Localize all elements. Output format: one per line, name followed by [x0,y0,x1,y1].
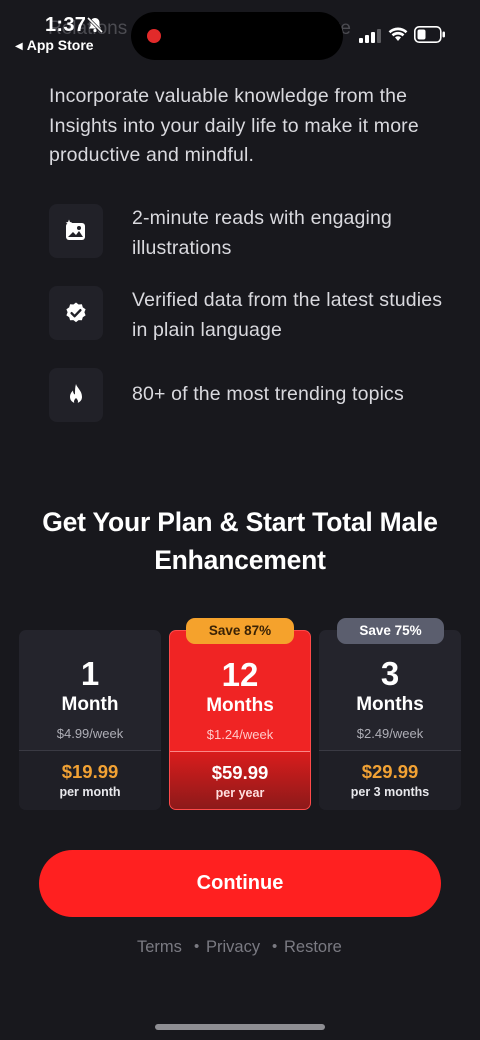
bell-slash-icon [86,16,104,34]
feature-item: Verified data from the latest studies in… [49,286,449,345]
verified-badge-icon [66,302,86,323]
plan-quantity: 3 [380,655,400,692]
feature-icon-container [49,204,103,258]
plan-weekly-price: $4.99/week [56,726,124,741]
plan-unit: Months [356,694,424,715]
back-to-app-store-link[interactable]: ◀ App Store [15,37,94,53]
back-app-label: App Store [26,37,94,53]
feature-text: 2-minute reads with engaging illustratio… [132,207,393,259]
plan-weekly-price: $1.24/week [206,727,274,742]
feature-icon-container [49,368,103,422]
wifi-icon [388,27,408,41]
continue-button[interactable]: Continue [39,850,441,917]
image-sparkle-icon [65,219,85,240]
plan-price: $19.99 [61,761,119,782]
plan-divider [19,750,161,751]
terms-link[interactable]: Terms [137,938,182,957]
link-separator: • [194,938,200,955]
feature-text: Verified data from the latest studies in… [132,289,443,341]
back-triangle-icon: ◀ [15,41,23,52]
recording-indicator-icon [147,29,161,43]
plan-period: per year [215,786,265,800]
link-separator: • [272,938,278,955]
flame-icon [70,384,82,404]
plan-unit: Months [206,695,274,716]
plan-price: $59.99 [211,762,269,783]
save-87-badge: Save 87% [186,618,294,644]
plan-card-1-month[interactable]: 1 Month $4.99/week $19.99 per month [19,630,161,810]
plan-weekly-price: $2.49/week [356,726,424,741]
plan-card-12-months[interactable]: 12 Months $1.24/week $59.99 per year [169,630,311,810]
plan-card-3-months[interactable]: 3 Months $2.49/week $29.99 per 3 months [319,630,461,810]
dynamic-island [131,12,343,60]
plan-quantity: 12 [221,656,259,693]
home-indicator[interactable] [155,1024,325,1030]
restore-link[interactable]: Restore [284,938,342,957]
save-75-badge: Save 75% [337,618,444,644]
status-bar: Relations re 1:37 ◀ App Store [0,0,480,60]
footer-links: Terms • Privacy • Restore [0,938,480,960]
plans-heading: Get Your Plan & Start Total Male Enhance… [42,507,438,575]
cellular-signal-icon [359,29,381,43]
feature-item: 80+ of the most trending topics [49,368,449,422]
feature-text: 80+ of the most trending topics [132,383,404,405]
intro-paragraph: Incorporate valuable knowledge from the … [49,85,419,166]
plan-divider [319,750,461,751]
privacy-link[interactable]: Privacy [206,938,260,957]
status-time: 1:37 [45,14,87,36]
plan-price: $29.99 [361,761,419,782]
plan-divider [170,751,310,752]
feature-icon-container [49,286,103,340]
feature-item: 2-minute reads with engaging illustratio… [49,204,449,263]
plan-period: per 3 months [350,785,430,799]
plan-period: per month [59,785,121,799]
battery-icon [414,26,445,43]
plan-unit: Month [61,694,119,715]
plan-quantity: 1 [80,655,100,692]
